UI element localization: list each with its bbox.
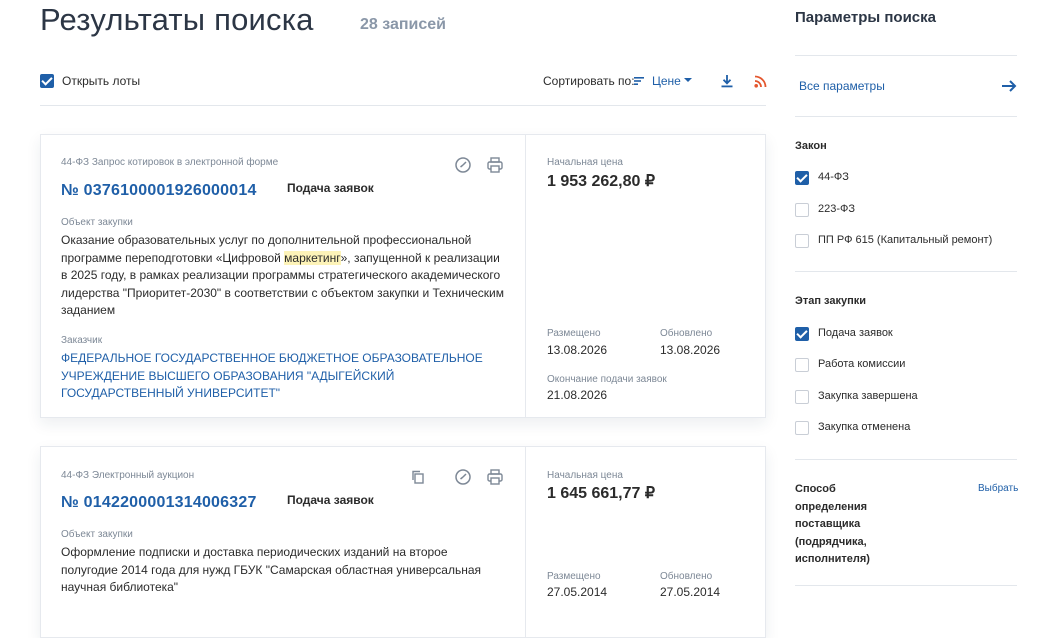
stage-option-submission[interactable]: Подача заявок bbox=[795, 327, 1017, 343]
law-section-title: Закон bbox=[795, 140, 827, 152]
customer-link[interactable]: ФЕДЕРАЛЬНОЕ ГОСУДАРСТВЕННОЕ БЮДЖЕТНОЕ ОБ… bbox=[61, 350, 506, 403]
sort-label: Сортировать по: bbox=[543, 74, 635, 88]
supplier-method-title: Способ определения поставщика (подрядчик… bbox=[795, 483, 870, 565]
posted-label: Размещено bbox=[547, 571, 601, 582]
open-lots-checkbox[interactable] bbox=[40, 74, 54, 88]
initial-price: 1 645 661,77 ₽ bbox=[547, 485, 656, 502]
option-label: 223-ФЗ bbox=[818, 203, 856, 215]
result-card-main: 44-ФЗ Электронный аукцион № 014220000131… bbox=[41, 447, 526, 637]
chevron-down-icon[interactable] bbox=[684, 78, 692, 82]
sort-dropdown[interactable]: Цене bbox=[652, 74, 681, 88]
rss-icon[interactable] bbox=[754, 75, 767, 88]
law-option-223fz[interactable]: 223-ФЗ bbox=[795, 203, 1017, 219]
all-params-link[interactable]: Все параметры bbox=[799, 79, 885, 93]
result-card[interactable]: 44-ФЗ Электронный аукцион № 014220000131… bbox=[40, 446, 766, 638]
initial-price: 1 953 262,80 ₽ bbox=[547, 173, 656, 190]
print-icon[interactable] bbox=[486, 156, 504, 174]
checkbox[interactable] bbox=[795, 234, 809, 248]
checkbox[interactable] bbox=[795, 171, 809, 185]
stage-option-completed[interactable]: Закупка завершена bbox=[795, 390, 1017, 406]
object-label: Объект закупки bbox=[61, 529, 133, 540]
posted-date: 13.08.2026 bbox=[547, 343, 608, 357]
divider bbox=[795, 585, 1017, 586]
purchase-object: Оформление подписки и доставка периодиче… bbox=[61, 545, 482, 594]
checkbox[interactable] bbox=[795, 358, 809, 372]
clock-icon[interactable] bbox=[454, 156, 472, 174]
option-label: Закупка отменена bbox=[818, 421, 911, 433]
customer-label: Заказчик bbox=[61, 335, 103, 346]
option-label: ПП РФ 615 (Капитальный ремонт) bbox=[818, 234, 993, 246]
title-row: Результаты поиска 28 записей bbox=[40, 0, 766, 40]
result-card[interactable]: 44-ФЗ Запрос котировок в электронной фор… bbox=[40, 134, 766, 418]
sort-icon[interactable] bbox=[634, 76, 644, 86]
updated-date: 27.05.2014 bbox=[660, 585, 721, 599]
choose-method-link[interactable]: Выбрать bbox=[978, 483, 1018, 494]
search-highlight: маркетинг bbox=[284, 250, 341, 265]
updated-label: Обновлено bbox=[660, 571, 713, 582]
option-label: Закупка завершена bbox=[818, 390, 918, 402]
page-title: Результаты поиска bbox=[40, 2, 314, 37]
open-lots-label[interactable]: Открыть лоты bbox=[62, 74, 140, 88]
copy-icon[interactable] bbox=[409, 468, 427, 486]
results-count: 28 записей bbox=[360, 16, 447, 33]
deadline-label: Окончание подачи заявок bbox=[547, 374, 667, 385]
procedure-type: 44-ФЗ Запрос котировок в электронной фор… bbox=[61, 157, 279, 168]
checkbox[interactable] bbox=[795, 203, 809, 217]
purchase-object: Оказание образовательных услуг по дополн… bbox=[61, 232, 506, 320]
checkbox[interactable] bbox=[795, 421, 809, 435]
status-badge: Подача заявок bbox=[287, 493, 374, 507]
stage-section-title: Этап закупки bbox=[795, 295, 867, 307]
arrow-right-icon[interactable] bbox=[1001, 79, 1017, 93]
law-option-pp615[interactable]: ПП РФ 615 (Капитальный ремонт) bbox=[795, 234, 1017, 250]
option-label: 44-ФЗ bbox=[818, 171, 849, 183]
print-icon[interactable] bbox=[486, 468, 504, 486]
divider bbox=[795, 116, 1017, 117]
price-label: Начальная цена bbox=[547, 470, 623, 481]
result-card-meta: Начальная цена 1 645 661,77 ₽ Размещено … bbox=[526, 447, 765, 637]
option-label: Подача заявок bbox=[818, 327, 893, 339]
purchase-number-link[interactable]: № 0376100001926000014 bbox=[61, 182, 257, 200]
option-label: Работа комиссии bbox=[818, 358, 906, 370]
download-icon[interactable] bbox=[720, 74, 734, 88]
deadline-date: 21.08.2026 bbox=[547, 388, 608, 402]
purchase-number-link[interactable]: № 0142200001314006327 bbox=[61, 494, 257, 512]
divider bbox=[795, 459, 1017, 460]
posted-date: 27.05.2014 bbox=[547, 585, 608, 599]
updated-date: 13.08.2026 bbox=[660, 343, 721, 357]
result-card-meta: Начальная цена 1 953 262,80 ₽ Размещено … bbox=[526, 135, 765, 417]
procedure-type: 44-ФЗ Электронный аукцион bbox=[61, 470, 195, 481]
toolbar-divider bbox=[40, 105, 766, 106]
law-option-44fz[interactable]: 44-ФЗ bbox=[795, 171, 1017, 187]
stage-option-cancelled[interactable]: Закупка отменена bbox=[795, 421, 1017, 437]
checkbox[interactable] bbox=[795, 327, 809, 341]
status-badge: Подача заявок bbox=[287, 181, 374, 195]
stage-option-commission[interactable]: Работа комиссии bbox=[795, 358, 1017, 374]
posted-label: Размещено bbox=[547, 328, 601, 339]
checkbox[interactable] bbox=[795, 390, 809, 404]
updated-label: Обновлено bbox=[660, 328, 713, 339]
price-label: Начальная цена bbox=[547, 157, 623, 168]
results-toolbar: Открыть лоты Сортировать по: Цене bbox=[40, 72, 767, 92]
object-label: Объект закупки bbox=[61, 217, 133, 228]
divider bbox=[795, 271, 1017, 272]
sidebar-title: Параметры поиска bbox=[795, 9, 936, 26]
clock-icon[interactable] bbox=[454, 468, 472, 486]
divider bbox=[795, 55, 1017, 56]
result-card-main: 44-ФЗ Запрос котировок в электронной фор… bbox=[41, 135, 526, 417]
